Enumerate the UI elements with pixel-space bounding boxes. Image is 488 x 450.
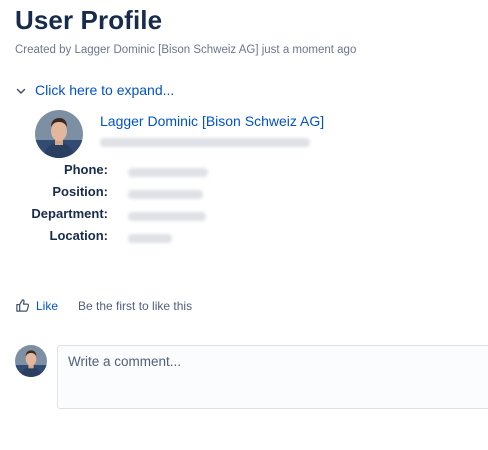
like-label: Like bbox=[36, 298, 59, 313]
field-value-redacted bbox=[128, 212, 206, 221]
field-label: Position: bbox=[52, 184, 108, 199]
comment-input[interactable]: Write a comment... bbox=[57, 345, 488, 409]
field-value-redacted bbox=[128, 234, 172, 243]
profile-email-redacted bbox=[100, 138, 310, 147]
field-phone: Phone: bbox=[0, 162, 488, 182]
field-label: Phone: bbox=[63, 162, 108, 177]
like-button[interactable]: Like bbox=[15, 298, 58, 313]
field-label: Location: bbox=[49, 228, 109, 243]
field-label: Department: bbox=[31, 206, 108, 221]
profile-avatar[interactable] bbox=[35, 110, 83, 158]
field-position: Position: bbox=[0, 184, 488, 204]
field-value-redacted bbox=[128, 168, 208, 177]
field-department: Department: bbox=[0, 206, 488, 226]
profile-name-link[interactable]: Lagger Dominic [Bison Schweiz AG] bbox=[100, 113, 324, 129]
like-status-text: Be the first to like this bbox=[78, 298, 193, 313]
current-user-avatar bbox=[15, 345, 47, 377]
chevron-down-icon bbox=[16, 88, 26, 94]
like-bar: Like Be the first to like this bbox=[15, 298, 192, 313]
page-metadata: Created by Lagger Dominic [Bison Schweiz… bbox=[15, 44, 357, 56]
page-title: User Profile bbox=[15, 5, 163, 35]
field-location: Location: bbox=[0, 228, 488, 248]
field-value-redacted bbox=[128, 190, 203, 199]
expand-toggle[interactable]: Click here to expand... bbox=[15, 82, 174, 98]
expand-label: Click here to expand... bbox=[35, 82, 175, 98]
comment-placeholder: Write a comment... bbox=[68, 354, 182, 369]
thumbs-up-icon bbox=[16, 299, 30, 312]
